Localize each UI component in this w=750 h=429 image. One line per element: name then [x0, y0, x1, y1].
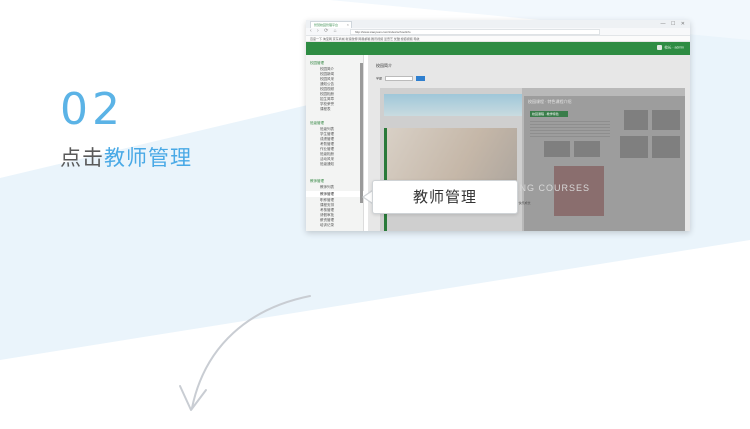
- user-name: 校长 · admin: [664, 45, 684, 50]
- poster-title: 校园课程 · 特色课程介绍: [528, 99, 572, 104]
- poster-thumbnail: [544, 141, 570, 157]
- curved-arrow-icon: [179, 295, 311, 411]
- filter-label: 学期: [376, 76, 383, 81]
- app-header: 校长 · admin: [306, 42, 690, 55]
- breadcrumb: 校园简介: [376, 63, 392, 68]
- sidebar-item[interactable]: 教师列表: [320, 185, 334, 189]
- url-input[interactable]: http://www.xiaoyuan.com/index/schoolinfo: [350, 29, 600, 35]
- poster-thumbnail: [624, 110, 648, 130]
- sidebar-item[interactable]: 请假审批: [320, 213, 334, 217]
- sidebar-active-highlight: [306, 191, 364, 197]
- browser-tab[interactable]: 智慧校园管理平台 ×: [310, 21, 352, 28]
- search-button[interactable]: [415, 76, 425, 81]
- sidebar-item[interactable]: 班级列表: [320, 127, 334, 131]
- user-menu[interactable]: 校长 · admin: [655, 45, 684, 50]
- window-controls[interactable]: — ☐ ✕: [661, 21, 687, 27]
- sidebar-item[interactable]: 活动风采: [320, 157, 334, 161]
- term-select[interactable]: [384, 76, 413, 81]
- sidebar-group-campus[interactable]: 校园管理: [310, 61, 324, 66]
- step-instruction-prefix: 点击: [60, 146, 104, 170]
- address-bar: ‹ › ⟳ ⌂ http://www.xiaoyuan.com/index/sc…: [306, 28, 690, 36]
- poster-chip: 校园课程 · 教学特色: [530, 111, 568, 117]
- sidebar-item[interactable]: 学校荣誉: [320, 102, 334, 106]
- sidebar-item[interactable]: 职称管理: [320, 198, 334, 202]
- sidebar-item[interactable]: 作业管理: [320, 147, 334, 151]
- sidebar-item[interactable]: 校园视频: [320, 87, 334, 91]
- sidebar-item[interactable]: 薪资管理: [320, 218, 334, 222]
- sidebar-item[interactable]: 考勤管理: [320, 142, 334, 146]
- sidebar: 校园管理 校园简介 校园新闻 校园风采 通知公告 校园视频 校园相册 招生简章 …: [306, 55, 364, 231]
- sidebar-item[interactable]: 成绩管理: [320, 137, 334, 141]
- sidebar-item[interactable]: 考核管理: [320, 208, 334, 212]
- poster-thumbnail: [620, 136, 648, 158]
- sidebar-item[interactable]: 通知公告: [320, 82, 334, 86]
- poster-thumbnail: [652, 136, 680, 158]
- browser-tab-title: 智慧校园管理平台: [314, 23, 339, 27]
- sidebar-item[interactable]: 班级通知: [320, 162, 334, 166]
- sidebar-item[interactable]: 校园简介: [320, 67, 334, 71]
- filter-row: 学期: [376, 76, 425, 81]
- step-instruction: 点击教师管理: [60, 142, 192, 172]
- sidebar-item[interactable]: 招生简章: [320, 97, 334, 101]
- avatar: [657, 45, 663, 50]
- sidebar-item[interactable]: 校园新闻: [320, 72, 334, 76]
- poster-thumbnail: [574, 141, 600, 157]
- sidebar-item[interactable]: 课程安排: [320, 203, 334, 207]
- navigation-icons[interactable]: ‹ › ⟳ ⌂: [310, 28, 339, 34]
- step-number: 02: [60, 84, 124, 135]
- sidebar-item-teacher-management[interactable]: 教师管理: [320, 192, 334, 197]
- poster-text-lines: [530, 121, 610, 137]
- sidebar-group-teacher[interactable]: 教师管理: [310, 179, 324, 184]
- sidebar-item[interactable]: 班级相册: [320, 152, 334, 156]
- teacher-management-callout: 教师管理: [372, 180, 518, 214]
- step-instruction-highlight: 教师管理: [104, 146, 192, 170]
- poster-banner-image: [384, 94, 522, 116]
- sidebar-item[interactable]: 课程表: [320, 107, 331, 111]
- sidebar-item[interactable]: 校园相册: [320, 92, 334, 96]
- sidebar-scrollbar[interactable]: [360, 63, 363, 203]
- sidebar-item[interactable]: 校园风采: [320, 77, 334, 81]
- browser-tabbar: 智慧校园管理平台 × — ☐ ✕: [306, 20, 690, 28]
- sidebar-item[interactable]: 培训记录: [320, 223, 334, 227]
- sidebar-item[interactable]: 学生管理: [320, 132, 334, 136]
- poster-thumbnail: [652, 110, 680, 130]
- sidebar-group-class[interactable]: 班级管理: [310, 121, 324, 126]
- poster-right-panel: 校园课程 · 特色课程介绍 校园课程 · 教学特色: [524, 96, 685, 231]
